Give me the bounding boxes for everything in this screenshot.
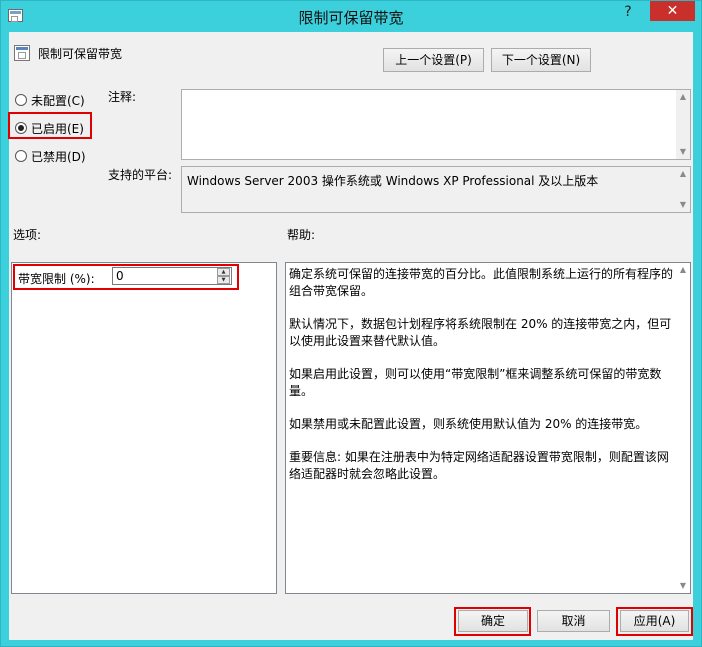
title-bar[interactable]: 限制可保留带宽 ? ✕ xyxy=(1,1,701,32)
supported-platform-box: Windows Server 2003 操作系统或 Windows XP Pro… xyxy=(181,166,691,213)
help-label: 帮助: xyxy=(287,228,316,242)
scroll-down-arrow-icon[interactable]: ▼ xyxy=(676,145,690,159)
enabled-highlight-box xyxy=(8,112,92,139)
help-text: 确定系统可保留的连接带宽的百分比。此值限制系统上运行的所有程序的组合带宽保留。 … xyxy=(289,266,674,499)
help-paragraph: 如果启用此设置，则可以使用“带宽限制”框来调整系统可保留的带宽数量。 xyxy=(289,367,662,398)
help-paragraph: 重要信息: 如果在注册表中为特定网络适配器设置带宽限制，则配置该网络适配器时就会… xyxy=(289,450,669,481)
comment-textarea[interactable]: ▲ ▼ xyxy=(181,89,691,160)
help-icon[interactable]: ? xyxy=(617,5,639,19)
options-label: 选项: xyxy=(13,228,42,242)
options-panel: 带宽限制 (%): 0 ▲ ▼ xyxy=(11,262,277,594)
comment-label: 注释: xyxy=(108,90,137,104)
policy-icon xyxy=(14,45,30,61)
apply-highlight-box xyxy=(616,607,693,636)
scroll-up-arrow-icon[interactable]: ▲ xyxy=(676,167,690,181)
cancel-button[interactable]: 取消 xyxy=(537,610,610,632)
radio-not-configured[interactable]: 未配置(C) xyxy=(15,91,85,109)
radio-disabled-circle[interactable] xyxy=(15,150,27,162)
scroll-down-arrow-icon[interactable]: ▼ xyxy=(676,579,690,593)
help-paragraph: 确定系统可保留的连接带宽的百分比。此值限制系统上运行的所有程序的组合带宽保留。 xyxy=(289,267,674,298)
scroll-up-arrow-icon[interactable]: ▲ xyxy=(676,263,690,277)
supported-platform-value: Windows Server 2003 操作系统或 Windows XP Pro… xyxy=(187,174,599,188)
dialog-client-area: 限制可保留带宽 上一个设置(P) 下一个设置(N) 未配置(C) 已启用(E) … xyxy=(8,32,693,640)
help-paragraph: 默认情况下，数据包计划程序将系统限制在 20% 的连接带宽之内，但可以使用此设置… xyxy=(289,317,672,348)
dialog-window: 限制可保留带宽 ? ✕ 限制可保留带宽 上一个设置(P) 下一个设置(N) 未配… xyxy=(0,0,702,647)
comment-scrollbar[interactable]: ▲ ▼ xyxy=(676,90,690,159)
help-panel: 确定系统可保留的连接带宽的百分比。此值限制系统上运行的所有程序的组合带宽保留。 … xyxy=(285,262,691,594)
scroll-down-arrow-icon[interactable]: ▼ xyxy=(676,198,690,212)
window-title: 限制可保留带宽 xyxy=(298,9,404,27)
scroll-up-arrow-icon[interactable]: ▲ xyxy=(676,90,690,104)
radio-disabled[interactable]: 已禁用(D) xyxy=(15,147,86,165)
next-setting-button[interactable]: 下一个设置(N) xyxy=(491,48,591,72)
supported-platform-label: 支持的平台: xyxy=(108,168,173,182)
policy-name: 限制可保留带宽 xyxy=(38,47,123,61)
help-paragraph: 如果禁用或未配置此设置，则系统使用默认值为 20% 的连接带宽。 xyxy=(289,417,648,431)
platform-scrollbar[interactable]: ▲ ▼ xyxy=(676,167,690,212)
close-button[interactable]: ✕ xyxy=(650,1,695,21)
previous-setting-button[interactable]: 上一个设置(P) xyxy=(383,48,484,72)
radio-not-configured-label: 未配置(C) xyxy=(31,93,85,108)
ok-highlight-box xyxy=(454,607,531,636)
radio-not-configured-circle[interactable] xyxy=(15,94,27,106)
help-scrollbar[interactable]: ▲ ▼ xyxy=(676,263,690,593)
radio-disabled-label: 已禁用(D) xyxy=(31,149,86,164)
bandwidth-highlight-box xyxy=(13,264,239,290)
